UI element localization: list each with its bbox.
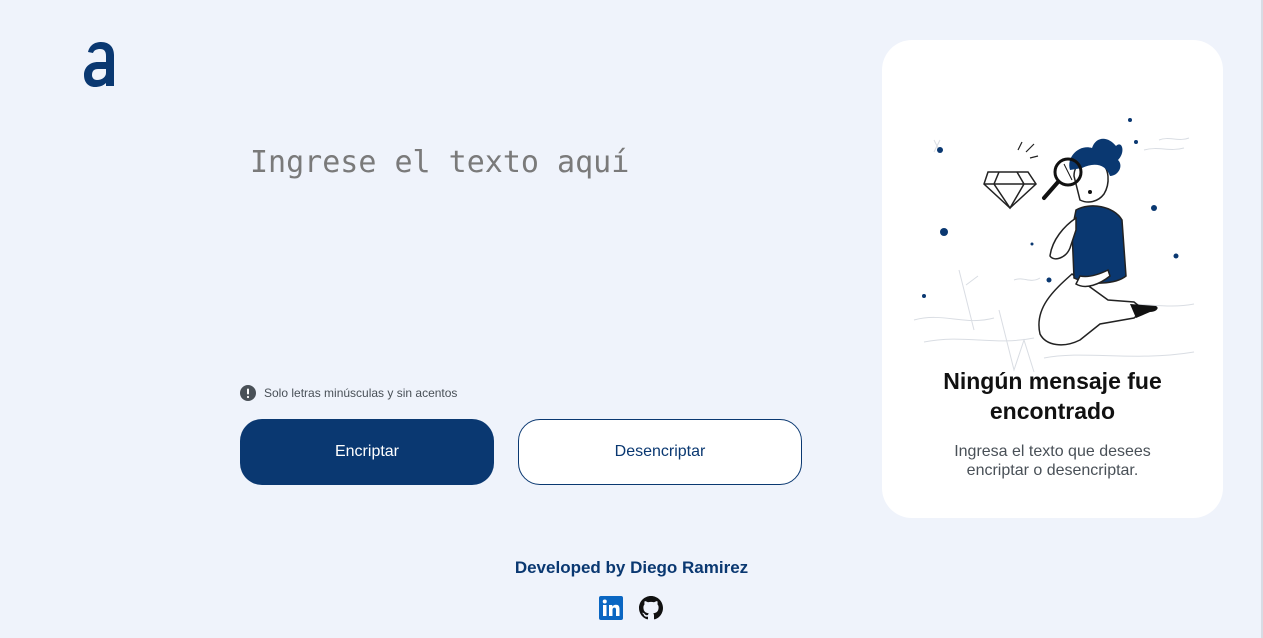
footer-credit: Developed by Diego Ramirez <box>514 558 749 577</box>
page: Solo letras minúsculas y sin acentos Enc… <box>0 0 1263 638</box>
hint: Solo letras minúsculas y sin acentos <box>240 385 457 401</box>
card-text: Ingresa el texto que desees encriptar o … <box>954 443 1151 479</box>
decrypt-button[interactable]: Desencriptar <box>518 419 802 485</box>
github-icon[interactable] <box>638 595 664 621</box>
person-with-magnifier-illustration <box>913 118 1195 373</box>
hint-text: Solo letras minúsculas y sin acentos <box>264 386 458 400</box>
card-title: Ningún mensaje fue encontrado <box>943 368 1162 424</box>
exclamation-circle-icon <box>240 385 256 401</box>
output-card: Ningún mensaje fue encontrado Ingresa el… <box>882 40 1223 518</box>
text-input[interactable] <box>250 145 810 365</box>
encrypt-button[interactable]: Encriptar <box>240 419 494 485</box>
linkedin-icon[interactable] <box>598 595 624 621</box>
logo-icon[interactable] <box>82 40 118 90</box>
